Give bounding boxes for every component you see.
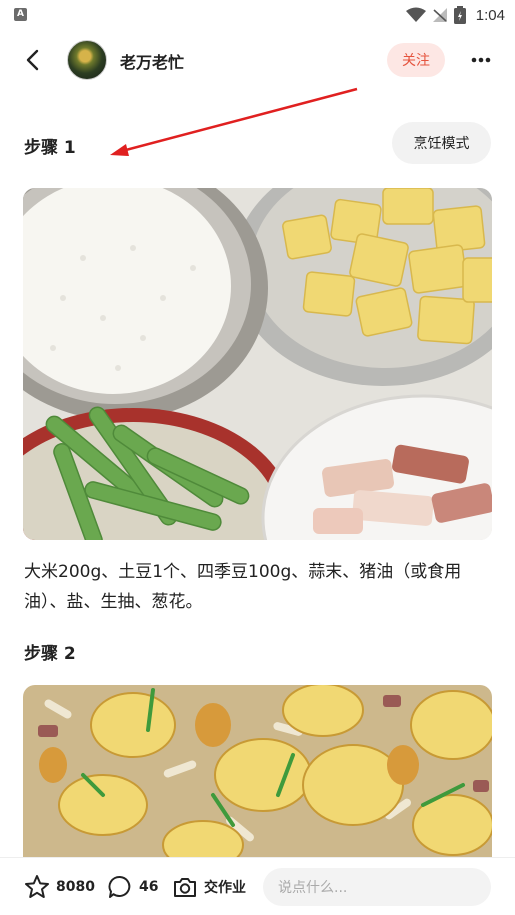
submit-homework-button[interactable]: 交作业 [172,874,246,900]
comment-input[interactable]: 说点什么... [263,868,491,906]
fried-rice-photo [23,685,492,857]
step-2-image[interactable] [23,685,492,857]
step-1-image[interactable] [23,188,492,540]
wifi-icon [405,7,426,22]
author-avatar[interactable] [67,40,107,80]
step-1-description: 大米200g、土豆1个、四季豆100g、蒜末、猪油（或食用油）、盐、生抽、葱花。 [24,562,462,612]
more-button[interactable] [466,48,496,72]
cooking-mode-button[interactable]: 烹饪模式 [392,122,491,164]
status-bar: A 1:04 [0,0,515,30]
bottom-action-bar: 8080 46 交作业 说点什么... [0,857,515,915]
follow-button[interactable]: 关注 [387,43,445,77]
no-signal-icon [432,8,447,22]
step-2-title: 步骤 2 [24,644,76,664]
author-name[interactable]: 老万老忙 [120,49,184,73]
back-button[interactable] [18,46,46,74]
chevron-left-icon [26,49,39,71]
comment-button[interactable]: 46 [107,874,158,900]
step-1-title: 步骤 1 [24,138,76,158]
battery-icon [453,6,466,24]
clock: 1:04 [475,6,505,24]
homework-label: 交作业 [204,880,246,896]
comment-count: 46 [139,879,159,895]
camera-icon [174,878,196,897]
comment-bubble-icon [108,876,131,898]
header: 老万老忙 关注 [0,36,515,84]
status-icons: 1:04 [405,4,505,26]
app-notification-icon: A [14,8,27,21]
ingredients-photo [23,188,492,540]
like-count: 8080 [56,879,95,895]
red-arrow-annotation [110,87,358,156]
more-dots-icon [471,57,491,63]
star-icon [25,875,49,898]
like-button[interactable]: 8080 [24,874,95,900]
